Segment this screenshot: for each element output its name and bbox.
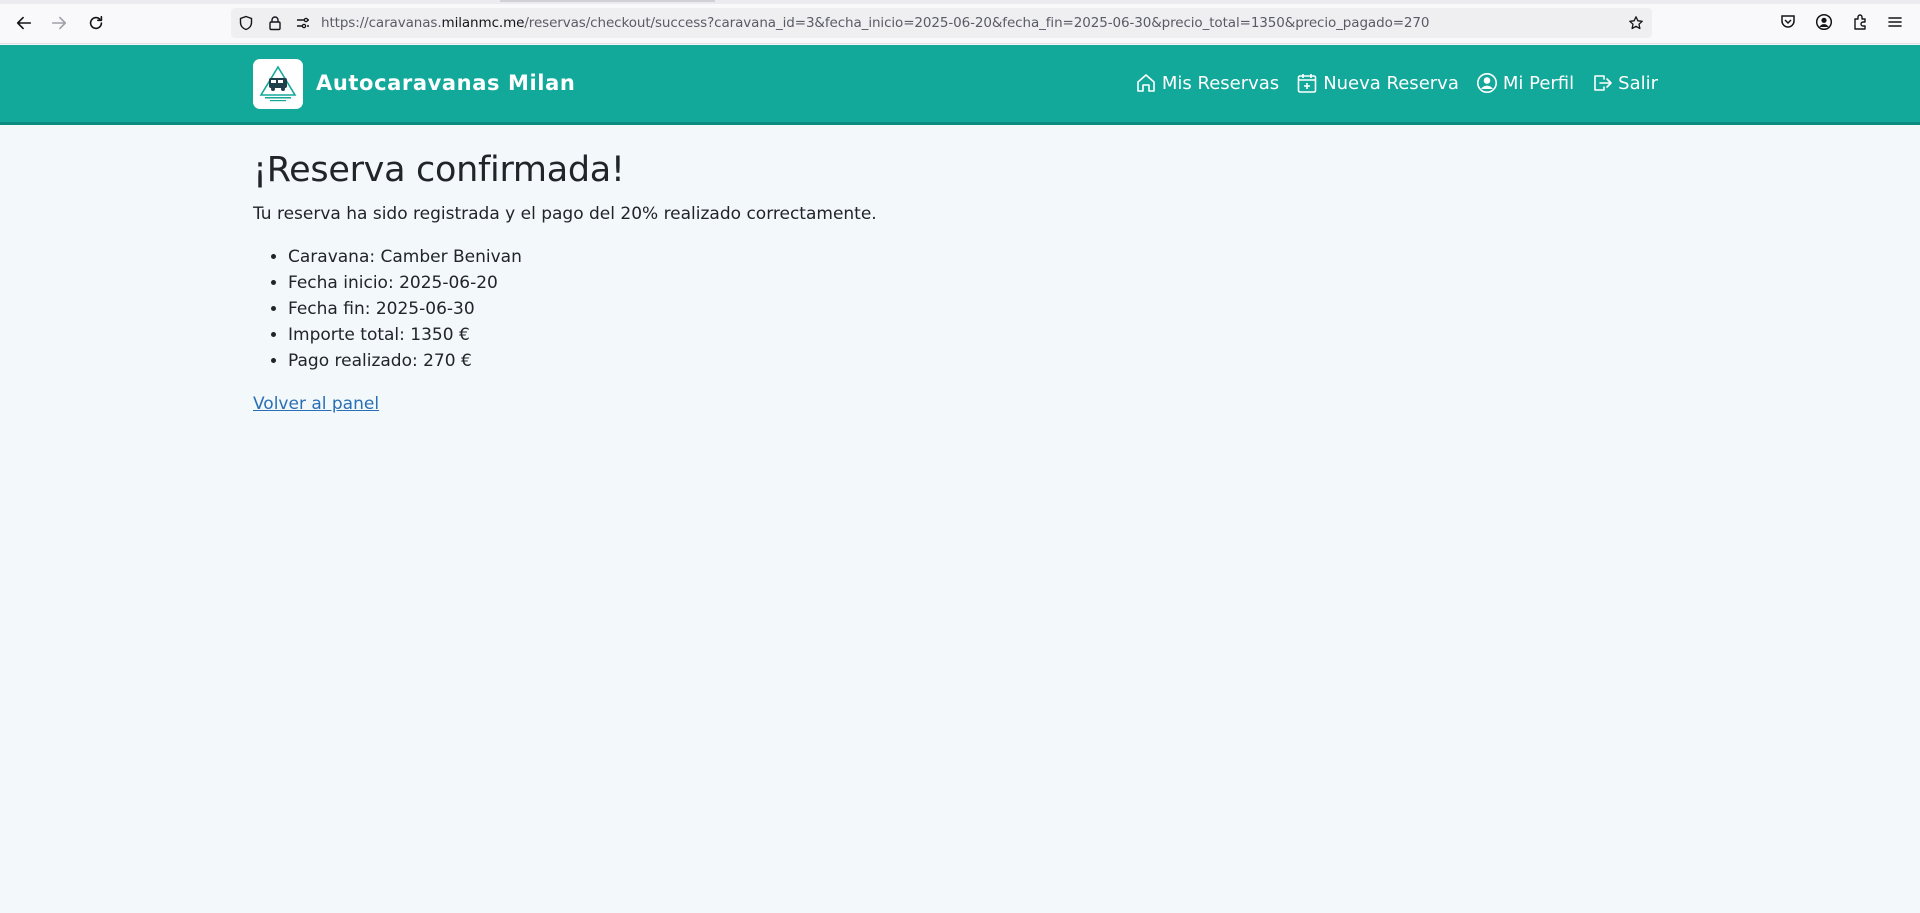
page-title: ¡Reserva confirmada!: [253, 150, 625, 190]
browser-toolbar: https://caravanas.milanmc.me/reservas/ch…: [0, 0, 1920, 44]
pocket-icon[interactable]: [1779, 13, 1797, 31]
nav-label: Mis Reservas: [1161, 72, 1280, 94]
nav-nueva-reserva[interactable]: Nueva Reserva: [1296, 72, 1459, 94]
home-icon: [1137, 74, 1155, 92]
lock-icon[interactable]: [267, 15, 283, 31]
detail-fecha-inicio: Fecha inicio: 2025-06-20: [288, 270, 1653, 296]
nav-mi-perfil[interactable]: Mi Perfil: [1476, 72, 1574, 94]
nav-mis-reservas[interactable]: Mis Reservas: [1135, 72, 1279, 94]
logout-icon: [1594, 75, 1612, 91]
detail-fecha-fin: Fecha fin: 2025-06-30: [288, 296, 1653, 322]
reload-icon[interactable]: [85, 12, 107, 34]
shield-icon[interactable]: [238, 15, 254, 31]
back-to-panel-link[interactable]: Volver al panel: [253, 394, 379, 414]
bookmark-star-icon[interactable]: [1628, 15, 1644, 31]
main-nav: Mis Reservas Nueva Reserva Mi Perfil Sal…: [1135, 72, 1658, 94]
back-icon[interactable]: [13, 12, 35, 34]
account-icon[interactable]: [1815, 13, 1833, 31]
nav-label: Salir: [1618, 72, 1658, 94]
extensions-icon[interactable]: [1851, 13, 1869, 31]
tab-strip: [0, 0, 1920, 4]
permissions-icon[interactable]: [295, 15, 311, 31]
nav-salir[interactable]: Salir: [1591, 72, 1658, 94]
reservation-details: Caravana: Camber Benivan Fecha inicio: 2…: [253, 244, 1653, 374]
detail-pago-realizado: Pago realizado: 270 €: [288, 348, 1653, 374]
address-bar[interactable]: https://caravanas.milanmc.me/reservas/ch…: [231, 8, 1652, 38]
brand-name[interactable]: Autocaravanas Milan: [316, 71, 575, 95]
site-header: Autocaravanas Milan Mis Reservas Nueva R…: [0, 45, 1920, 125]
confirmation-message: Tu reserva ha sido registrada y el pago …: [253, 204, 877, 224]
menu-icon[interactable]: [1886, 13, 1904, 31]
url-text[interactable]: https://caravanas.milanmc.me/reservas/ch…: [321, 15, 1430, 31]
user-circle-icon: [1476, 73, 1497, 93]
forward-icon[interactable]: [48, 12, 70, 34]
nav-label: Mi Perfil: [1502, 72, 1575, 94]
detail-caravana: Caravana: Camber Benivan: [288, 244, 1653, 270]
nav-label: Nueva Reserva: [1323, 72, 1459, 94]
logo[interactable]: [253, 59, 303, 109]
confirmation-panel: ¡Reserva confirmada! Tu reserva ha sido …: [253, 150, 1653, 414]
detail-importe-total: Importe total: 1350 €: [288, 322, 1653, 348]
caravan-logo-icon: [259, 65, 297, 102]
calendar-plus-icon: [1297, 74, 1317, 93]
